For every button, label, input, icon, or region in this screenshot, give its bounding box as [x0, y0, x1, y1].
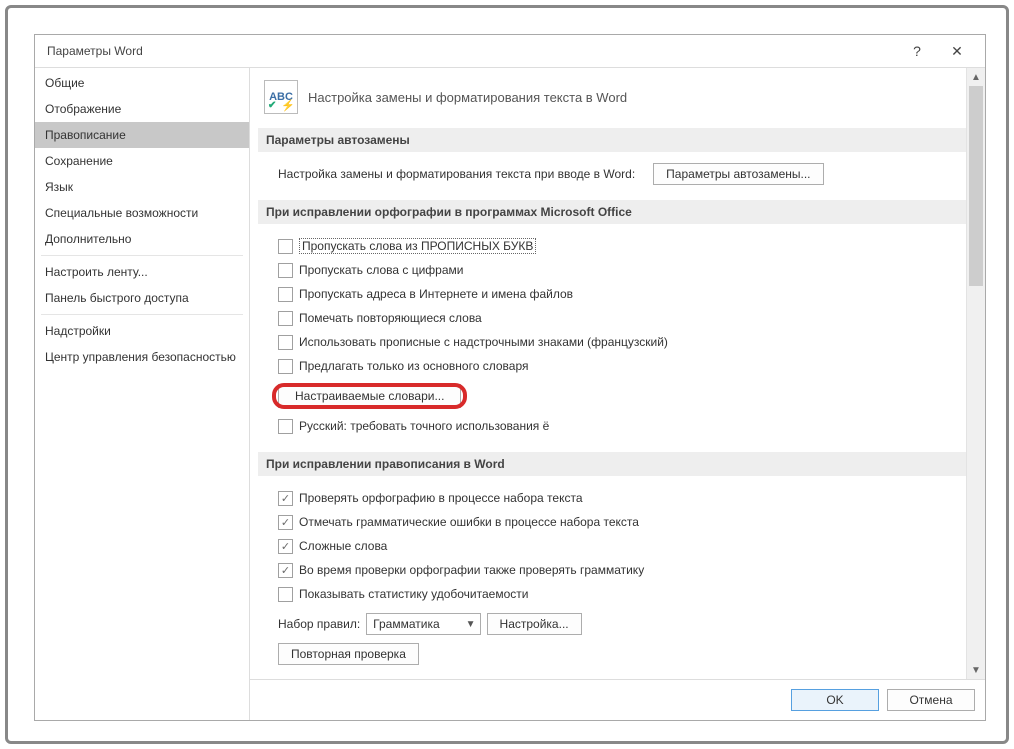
label-uppercase: Пропускать слова из ПРОПИСНЫХ БУКВ — [299, 238, 536, 254]
sidebar-item-proofing[interactable]: Правописание — [35, 122, 249, 148]
page-header: ABC ✔ ⚡ Настройка замены и форматировани… — [258, 76, 966, 124]
label-check-spelling: Проверять орфографию в процессе набора т… — [299, 491, 583, 505]
sidebar-item-save[interactable]: Сохранение — [35, 148, 249, 174]
checkbox-compound-words[interactable]: ✓ — [278, 539, 293, 554]
dialog-body: Общие Отображение Правописание Сохранени… — [35, 67, 985, 720]
main-panel: ABC ✔ ⚡ Настройка замены и форматировани… — [250, 68, 985, 720]
label-mark-grammar: Отмечать грамматические ошибки в процесс… — [299, 515, 639, 529]
custom-dictionaries-button[interactable]: Настраиваемые словари... — [278, 384, 461, 408]
label-compound-words: Сложные слова — [299, 539, 387, 553]
sidebar-item-customize-ribbon[interactable]: Настроить ленту... — [35, 259, 249, 285]
label-main-dict-only: Предлагать только из основного словаря — [299, 359, 528, 373]
label-readability: Показывать статистику удобочитаемости — [299, 587, 528, 601]
scroll-down-icon[interactable]: ▼ — [967, 661, 985, 679]
outer-frame: Параметры Word ? ✕ Общие Отображение Пра… — [5, 5, 1009, 744]
label-numbers: Пропускать слова с цифрами — [299, 263, 463, 277]
close-button[interactable]: ✕ — [937, 37, 977, 65]
cancel-button[interactable]: Отмена — [887, 689, 975, 711]
checkbox-grammar-with-spelling[interactable]: ✓ — [278, 563, 293, 578]
checkbox-readability[interactable] — [278, 587, 293, 602]
options-dialog: Параметры Word ? ✕ Общие Отображение Пра… — [34, 34, 986, 721]
custom-dictionaries-highlight: Настраиваемые словари... — [278, 389, 461, 403]
sidebar-item-display[interactable]: Отображение — [35, 96, 249, 122]
autocorrect-desc: Настройка замены и форматирования текста… — [278, 167, 635, 181]
dialog-title: Параметры Word — [47, 44, 143, 58]
sidebar: Общие Отображение Правописание Сохранени… — [35, 68, 250, 720]
sidebar-item-language[interactable]: Язык — [35, 174, 249, 200]
grammar-settings-button[interactable]: Настройка... — [487, 613, 582, 635]
autocorrect-options-button[interactable]: Параметры автозамены... — [653, 163, 823, 185]
sidebar-separator — [41, 314, 243, 315]
sidebar-item-addins[interactable]: Надстройки — [35, 318, 249, 344]
help-button[interactable]: ? — [897, 37, 937, 65]
checkbox-french-caps[interactable] — [278, 335, 293, 350]
label-russian-yo: Русский: требовать точного использования… — [299, 419, 549, 433]
checkbox-urls[interactable] — [278, 287, 293, 302]
ok-button[interactable]: OK — [791, 689, 879, 711]
recheck-button[interactable]: Повторная проверка — [278, 643, 419, 665]
chevron-down-icon: ▼ — [466, 619, 476, 630]
checkbox-check-spelling[interactable]: ✓ — [278, 491, 293, 506]
checkbox-mark-grammar[interactable]: ✓ — [278, 515, 293, 530]
section-head-word-spell: При исправлении правописания в Word — [258, 452, 966, 476]
checkbox-repeated[interactable] — [278, 311, 293, 326]
dialog-buttonbar: OK Отмена — [250, 679, 985, 720]
scroll-up-icon[interactable]: ▲ — [967, 68, 985, 86]
checkbox-main-dict-only[interactable] — [278, 359, 293, 374]
section-head-autocorrect: Параметры автозамены — [258, 128, 966, 152]
checkbox-uppercase[interactable] — [278, 239, 293, 254]
label-urls: Пропускать адреса в Интернете и имена фа… — [299, 287, 573, 301]
ruleset-label: Набор правил: — [278, 617, 360, 631]
content: ABC ✔ ⚡ Настройка замены и форматировани… — [250, 68, 966, 679]
sidebar-separator — [41, 255, 243, 256]
label-grammar-with-spelling: Во время проверки орфографии также прове… — [299, 563, 644, 577]
checkbox-numbers[interactable] — [278, 263, 293, 278]
section-head-office-spell: При исправлении орфографии в программах … — [258, 200, 966, 224]
sidebar-item-advanced[interactable]: Дополнительно — [35, 226, 249, 252]
ruleset-select[interactable]: Грамматика ▼ — [366, 613, 480, 635]
sidebar-item-trustcenter[interactable]: Центр управления безопасностью — [35, 344, 249, 370]
vertical-scrollbar[interactable]: ▲ ▼ — [966, 68, 985, 679]
sidebar-item-general[interactable]: Общие — [35, 70, 249, 96]
label-french-caps: Использовать прописные с надстрочными зн… — [299, 335, 668, 349]
proofing-icon: ABC ✔ ⚡ — [264, 80, 298, 114]
label-repeated: Помечать повторяющиеся слова — [299, 311, 482, 325]
checkbox-russian-yo[interactable] — [278, 419, 293, 434]
sidebar-item-accessibility[interactable]: Специальные возможности — [35, 200, 249, 226]
sidebar-item-qat[interactable]: Панель быстрого доступа — [35, 285, 249, 311]
titlebar: Параметры Word ? ✕ — [35, 35, 985, 67]
page-title: Настройка замены и форматирования текста… — [308, 90, 627, 105]
scroll-thumb[interactable] — [969, 86, 983, 286]
